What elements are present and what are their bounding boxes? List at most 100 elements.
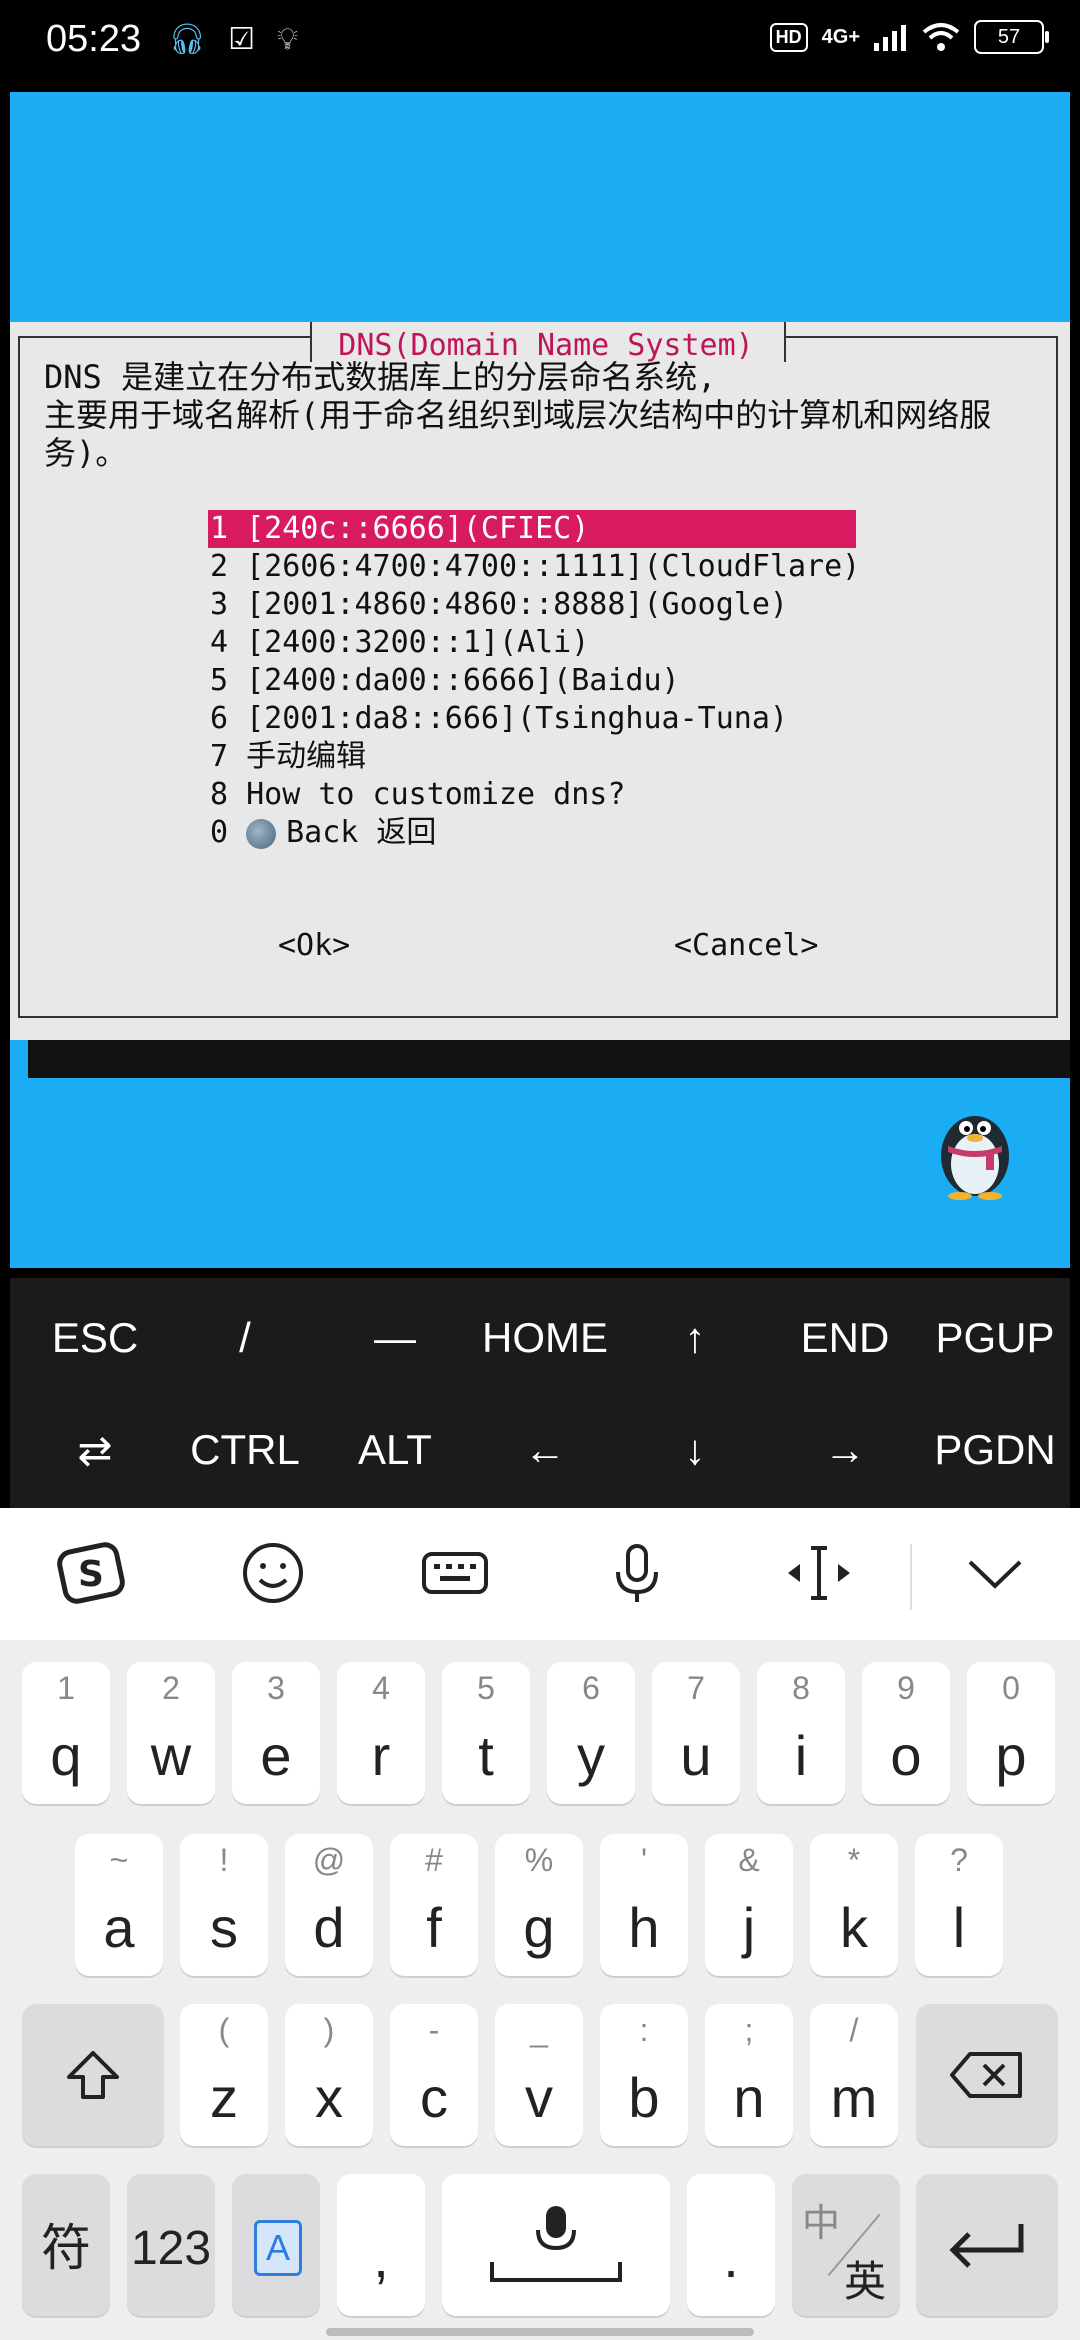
key-down[interactable]: ↓ <box>620 1426 770 1474</box>
key-n[interactable]: ; n <box>705 2004 793 2146</box>
network-type: 4G+ <box>821 26 860 48</box>
menu-item-7[interactable]: 7 手动编辑 <box>208 738 860 776</box>
enter-key[interactable] <box>916 2174 1058 2316</box>
key-slash[interactable]: / <box>170 1314 320 1362</box>
lightbulb-icon: 💡︎ <box>277 22 298 57</box>
status-bar: 05:23 🎧︎ ☑ 💡︎ HD 4G+ 57 <box>0 0 1080 88</box>
key-h[interactable]: ' h <box>600 1834 688 1976</box>
key-f[interactable]: # f <box>390 1834 478 1976</box>
menu-item-4[interactable]: 4 [2400:3200::1](Ali) <box>208 624 860 662</box>
key-hint: _ <box>530 2012 548 2048</box>
period-label: . <box>723 2226 739 2289</box>
backspace-key[interactable] <box>916 2004 1058 2146</box>
key-letter: q <box>50 1724 82 1787</box>
key-home[interactable]: HOME <box>470 1314 620 1362</box>
key-pgdn[interactable]: PGDN <box>920 1426 1070 1474</box>
key-hint: ! <box>219 1842 229 1878</box>
cursor-move-icon[interactable] <box>784 1538 854 1608</box>
sogou-logo-icon[interactable]: S <box>56 1538 126 1608</box>
menu-item-3[interactable]: 3 [2001:4860:4860::8888](Google) <box>208 586 860 624</box>
key-c[interactable]: -c <box>390 2004 478 2146</box>
key-k[interactable]: * k <box>810 1834 898 1976</box>
key-l[interactable]: ? l <box>915 1834 1003 1976</box>
symbols-label: 符 <box>41 2220 91 2276</box>
key-pgup[interactable]: PGUP <box>920 1314 1070 1362</box>
key-y[interactable]: 6y <box>547 1662 635 1804</box>
key-z[interactable]: (z <box>180 2004 268 2146</box>
key-i[interactable]: 8i <box>757 1662 845 1804</box>
menu-item-8[interactable]: 8 How to customize dns? <box>208 776 860 814</box>
key-letter: v <box>525 2066 553 2129</box>
key-u[interactable]: 7u <box>652 1662 740 1804</box>
keyboard-icon[interactable] <box>420 1538 490 1608</box>
menu-item-6[interactable]: 6 [2001:da8::666](Tsinghua-Tuna) <box>208 700 860 738</box>
key-hint: 4 <box>372 1670 390 1706</box>
key-w[interactable]: 2w <box>127 1662 215 1804</box>
description-text: DNS 是建立在分布式数据库上的分层命名系统, 主要用于域名解析(用于命名组织到… <box>44 358 992 472</box>
emoji-icon[interactable] <box>238 1538 308 1608</box>
dns-dialog: DNS(Domain Name System) DNS 是建立在分布式数据库上的… <box>10 322 1070 1040</box>
numbers-label: 123 <box>130 2222 212 2275</box>
key-g[interactable]: % g <box>495 1834 583 1976</box>
collapse-keyboard-icon[interactable] <box>960 1538 1030 1608</box>
symbols-key[interactable]: 符 <box>22 2174 110 2316</box>
key-v[interactable]: _ v <box>495 2004 583 2146</box>
key-m[interactable]: / m <box>810 2004 898 2146</box>
key-hint: % <box>524 1842 554 1878</box>
battery-icon: 57 <box>974 20 1049 54</box>
ime-toolbar: S <box>0 1508 1080 1640</box>
key-left[interactable]: ← <box>470 1426 620 1474</box>
comma-key[interactable]: , <box>337 2174 425 2316</box>
system-icons: HD 4G+ 57 <box>769 20 1049 54</box>
key-p[interactable]: 0p <box>967 1662 1055 1804</box>
key-dash[interactable]: — <box>320 1314 470 1362</box>
key-letter: f <box>426 1896 442 1959</box>
period-key[interactable]: . <box>687 2174 775 2316</box>
key-j[interactable]: & j <box>705 1834 793 1976</box>
key-letter: j <box>742 1896 756 1959</box>
key-esc[interactable]: ESC <box>20 1314 170 1362</box>
zh-en-switch-key[interactable]: 中 英 <box>792 2174 900 2316</box>
language-a-icon: A <box>254 2220 302 2276</box>
space-key[interactable] <box>442 2174 670 2316</box>
menu-item-2[interactable]: 2 [2606:4700:4700::1111](CloudFlare) <box>208 548 860 586</box>
key-r[interactable]: 4r <box>337 1662 425 1804</box>
key-d[interactable]: @ d <box>285 1834 373 1976</box>
key-q[interactable]: 1q <box>22 1662 110 1804</box>
key-letter: h <box>628 1896 660 1959</box>
key-letter: u <box>680 1724 712 1787</box>
key-letter: m <box>830 2066 878 2129</box>
key-e[interactable]: 3e <box>232 1662 320 1804</box>
key-hint: ? <box>950 1842 968 1878</box>
key-tab[interactable]: ⇄ <box>20 1426 170 1475</box>
key-hint: ~ <box>109 1842 129 1878</box>
key-s[interactable]: ! s <box>180 1834 268 1976</box>
key-o[interactable]: 9o <box>862 1662 950 1804</box>
home-indicator[interactable] <box>326 2328 754 2336</box>
moon-icon <box>246 818 277 849</box>
key-alt[interactable]: ALT <box>320 1426 470 1474</box>
language-key[interactable]: A <box>232 2174 320 2316</box>
key-a[interactable]: ~ a <box>75 1834 163 1976</box>
comma-label: , <box>373 2226 389 2289</box>
key-x[interactable]: ) x <box>285 2004 373 2146</box>
key-up[interactable]: ↑ <box>620 1314 770 1362</box>
numbers-key[interactable]: 123 <box>127 2174 215 2316</box>
en-label: 英 <box>844 2257 887 2306</box>
key-b[interactable]: :b <box>600 2004 688 2146</box>
key-ctrl[interactable]: CTRL <box>170 1426 320 1474</box>
shift-key[interactable] <box>22 2004 164 2146</box>
key-hint: ' <box>640 1842 648 1878</box>
cancel-button[interactable]: <Cancel> <box>674 928 819 963</box>
key-hint: 1 <box>57 1670 75 1706</box>
menu-item-0[interactable]: 0 Back 返回 <box>208 814 860 852</box>
key-t[interactable]: 5t <box>442 1662 530 1804</box>
ok-button[interactable]: <Ok> <box>278 928 350 963</box>
key-letter: w <box>150 1724 192 1787</box>
key-end[interactable]: END <box>770 1314 920 1362</box>
key-right[interactable]: → <box>770 1426 920 1474</box>
menu-item-1[interactable]: 1 [240c::6666](CFIEC) <box>208 510 856 548</box>
menu-item-5[interactable]: 5 [2400:da00::6666](Baidu) <box>208 662 860 700</box>
microphone-icon[interactable] <box>602 1538 672 1608</box>
key-letter: l <box>952 1896 966 1959</box>
